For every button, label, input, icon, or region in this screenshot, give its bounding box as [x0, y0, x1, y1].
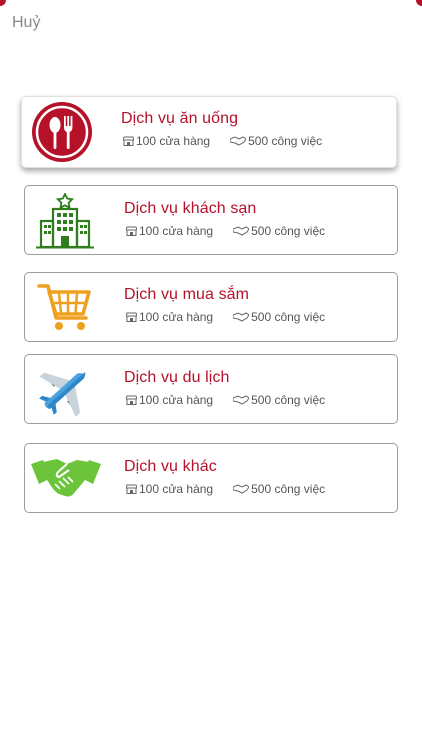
store-count: 100 cửa hàng: [139, 310, 214, 324]
handshake-small-icon: [233, 312, 250, 322]
store-icon: [126, 226, 137, 236]
job-count: 500 công việc: [251, 482, 326, 496]
store-icon: [126, 484, 137, 494]
job-count: 500 công việc: [248, 134, 323, 148]
corner-decoration-right: [416, 0, 422, 6]
corner-decoration-left: [0, 0, 6, 6]
job-count: 500 công việc: [251, 310, 326, 324]
service-meta: 100 cửa hàng 500 công việc: [126, 310, 325, 324]
handshake-small-icon: [233, 484, 250, 494]
service-card-food[interactable]: Dịch vụ ăn uống 100 cửa hàng 500 công vi…: [21, 96, 397, 168]
store-count: 100 cửa hàng: [139, 482, 214, 496]
airplane-icon: [33, 359, 97, 421]
service-title: Dịch vụ khác: [124, 458, 217, 475]
store-count: 100 cửa hàng: [139, 393, 214, 407]
job-count: 500 công việc: [251, 224, 326, 238]
store-count: 100 cửa hàng: [139, 224, 214, 238]
store-icon: [126, 395, 137, 405]
service-card-shopping[interactable]: Dịch vụ mua sắm 100 cửa hàng 500 công vi…: [24, 272, 398, 342]
restaurant-icon: [30, 101, 94, 163]
store-icon: [126, 312, 137, 322]
job-count: 500 công việc: [251, 393, 326, 407]
handshake-small-icon: [233, 226, 250, 236]
service-meta: 100 cửa hàng 500 công việc: [126, 224, 325, 238]
store-icon: [123, 136, 134, 146]
service-title: Dịch vụ mua sắm: [124, 286, 250, 303]
service-card-other[interactable]: Dịch vụ khác 100 cửa hàng 500 công việc: [24, 443, 398, 513]
handshake-small-icon: [233, 395, 250, 405]
handshake-icon: [31, 448, 101, 510]
service-card-travel[interactable]: Dịch vụ du lịch 100 cửa hàng 500 công vi…: [24, 354, 398, 424]
store-count: 100 cửa hàng: [136, 134, 211, 148]
service-meta: 100 cửa hàng 500 công việc: [126, 482, 325, 496]
hotel-icon: [33, 190, 97, 252]
cancel-button[interactable]: Huỷ: [12, 14, 40, 32]
service-title: Dịch vụ ăn uống: [121, 110, 239, 127]
service-card-hotel[interactable]: Dịch vụ khách sạn 100 cửa hàng 500 công …: [24, 185, 398, 255]
shopping-cart-icon: [33, 277, 97, 339]
service-meta: 100 cửa hàng 500 công việc: [126, 393, 325, 407]
service-meta: 100 cửa hàng 500 công việc: [123, 134, 322, 148]
service-title: Dịch vụ khách sạn: [124, 200, 257, 217]
service-title: Dịch vụ du lịch: [124, 369, 230, 386]
handshake-small-icon: [230, 136, 247, 146]
